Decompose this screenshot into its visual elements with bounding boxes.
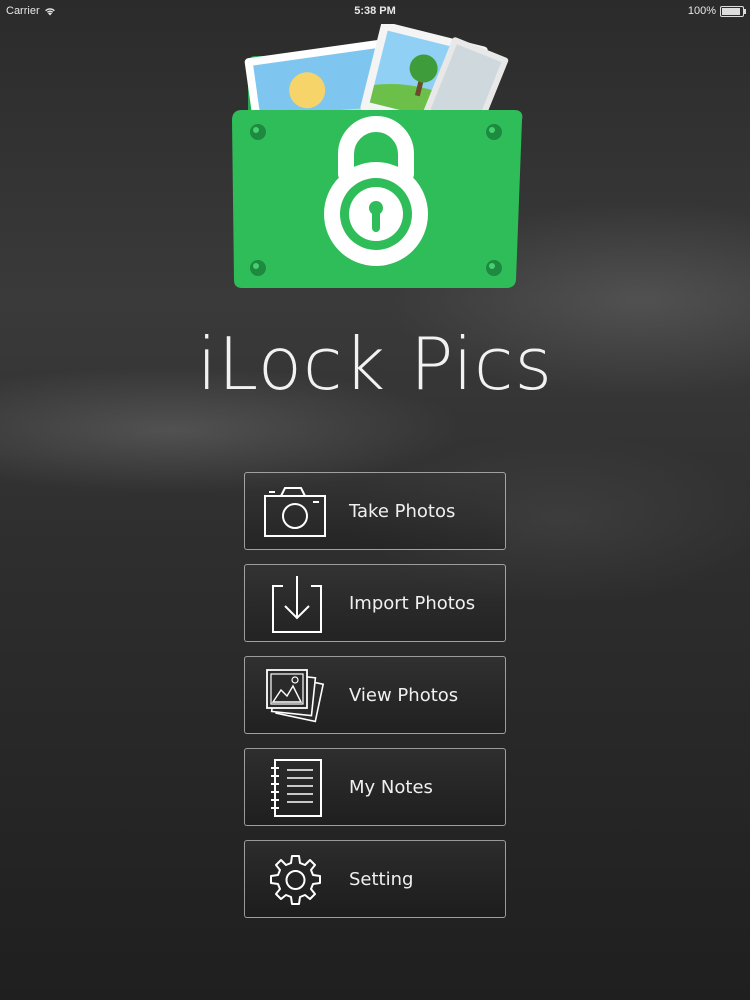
view-photos-button[interactable]: View Photos: [244, 656, 506, 734]
locked-photo-folder-icon: [232, 24, 523, 288]
setting-label: Setting: [349, 869, 414, 890]
gear-icon: [270, 855, 321, 905]
status-bar: Carrier 5:38 PM 100%: [0, 0, 750, 22]
import-photos-label: Import Photos: [349, 593, 476, 614]
my-notes-label: My Notes: [349, 777, 433, 798]
view-photos-label: View Photos: [349, 685, 459, 706]
notebook-icon: [271, 759, 322, 817]
app-title: iLock Pics: [196, 322, 553, 406]
take-photos-label: Take Photos: [349, 501, 456, 522]
import-photos-button[interactable]: Import Photos: [244, 564, 506, 642]
camera-icon: [264, 487, 326, 537]
photos-stack-icon: [266, 669, 325, 723]
import-icon: [272, 576, 322, 633]
status-right: 100%: [687, 0, 746, 22]
my-notes-button[interactable]: My Notes: [244, 748, 506, 826]
take-photos-button[interactable]: Take Photos: [244, 472, 506, 550]
battery-fill: [722, 8, 740, 15]
setting-button[interactable]: Setting: [244, 840, 506, 918]
battery-percent: 100%: [687, 5, 716, 17]
battery-icon: [720, 6, 746, 17]
status-time: 5:38 PM: [354, 5, 396, 17]
